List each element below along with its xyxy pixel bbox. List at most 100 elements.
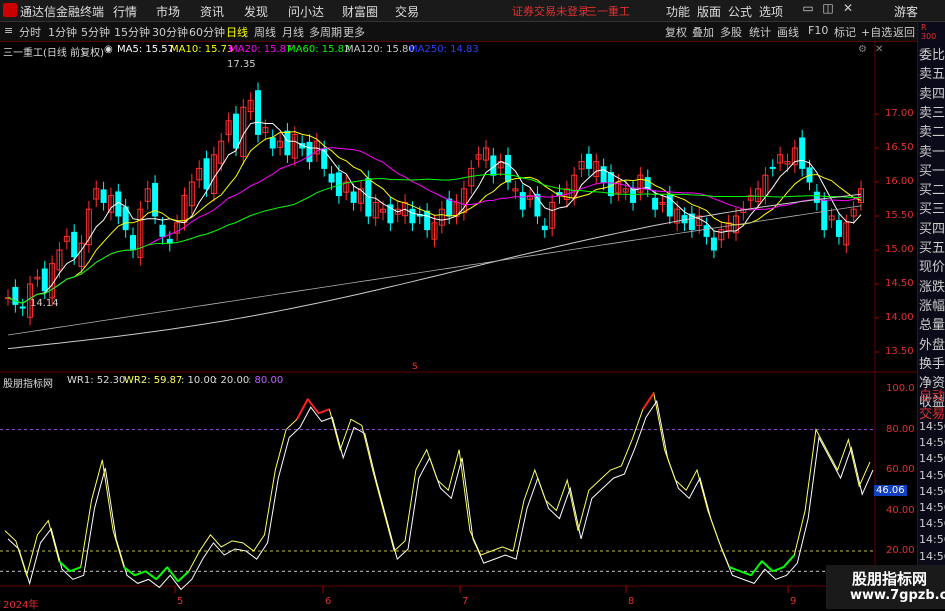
side-panel-label: 14:56 (919, 452, 945, 466)
candle-body (203, 158, 210, 190)
period-weekly[interactable]: 周线 (254, 24, 276, 40)
price-axis-label: 15.50 (885, 210, 914, 221)
candle-body (71, 231, 78, 258)
candle-body (19, 306, 26, 309)
collapse-icon[interactable]: ◉ (104, 44, 113, 55)
wr-oversold-segment (144, 570, 157, 581)
wr-overbought-segment (318, 408, 330, 415)
menu-formula[interactable]: 公式 (728, 3, 752, 20)
side-panel-label: 卖五 (919, 67, 945, 83)
menu-small-icon[interactable]: ≡ (4, 24, 13, 37)
wr2-label: WR2: 59.87 (124, 375, 183, 386)
candle-body (703, 225, 710, 237)
price-axis-label: 17.00 (885, 108, 914, 119)
signal-marker: S (412, 362, 418, 372)
side-panel-label: 14:56 (919, 501, 945, 514)
side-panel-label: 买一 (919, 163, 945, 179)
candle-body (166, 238, 173, 244)
menu-market[interactable]: 市场 (156, 3, 180, 20)
period-multi[interactable]: 多周期 (309, 24, 342, 40)
chart-area[interactable] (0, 41, 917, 609)
candle-body (821, 199, 828, 231)
side-panel-label: 自动 (919, 389, 945, 404)
menu-wealth[interactable]: 财富圈 (342, 3, 378, 20)
login-status[interactable]: 证券交易未登录 (512, 3, 589, 19)
side-panel-label: 14:56 (919, 420, 945, 433)
candle-body (306, 141, 313, 163)
menu-function[interactable]: 功能 (666, 3, 690, 20)
ma60-label: MA60: 15.82 (287, 44, 351, 55)
menu-news[interactable]: 资讯 (200, 3, 224, 20)
app-title: 通达信金融终端 (20, 5, 105, 19)
close-pane-icon[interactable]: ✕ (875, 44, 883, 55)
side-panel-label: 14:56 (919, 517, 945, 531)
candle-body (328, 173, 335, 183)
tool-add-watchlist[interactable]: +自选 (861, 24, 892, 40)
date-axis-label: 6 (325, 596, 332, 607)
tool-draw[interactable]: 画线 (777, 24, 799, 40)
watermark-title: 股朋指标网 (852, 570, 928, 588)
period-intraday[interactable]: 分时 (19, 24, 41, 40)
candle-body (159, 224, 166, 237)
restore-icon[interactable]: ◫ (820, 1, 836, 19)
period-5min[interactable]: 5分钟 (81, 24, 110, 40)
menu-layout[interactable]: 版面 (697, 3, 721, 20)
menu-ask[interactable]: 问小达 (288, 3, 324, 20)
period-60min[interactable]: 60分钟 (189, 24, 225, 40)
ma5-label: MA5: 15.57 (117, 44, 175, 55)
candle-body (269, 137, 276, 149)
tool-f10[interactable]: F10 (808, 24, 828, 37)
settings-gear-icon[interactable]: ⚙ (858, 44, 867, 55)
side-panel-label: 卖三 (919, 105, 945, 121)
sub-chart-title: 股朋指标网 (3, 379, 53, 390)
menu-market-quotes[interactable]: 行情 (113, 3, 137, 20)
menu-trade[interactable]: 交易 (395, 3, 419, 20)
candle-body (630, 188, 637, 203)
candle-body (424, 210, 431, 231)
candle-body (255, 90, 262, 135)
tool-adjust[interactable]: 复权 (665, 24, 687, 40)
close-icon[interactable]: ✕ (840, 1, 856, 19)
period-1min[interactable]: 1分钟 (48, 24, 77, 40)
tool-stats[interactable]: 统计 (749, 24, 771, 40)
period-daily[interactable]: 日线 (226, 24, 248, 40)
side-panel-label: 14:56 (919, 484, 945, 498)
stock-name: 三一重工 (586, 5, 630, 18)
price-axis-label: 14.00 (885, 312, 914, 323)
candle-body (350, 191, 357, 203)
candle-body (600, 166, 607, 183)
candle-body (710, 237, 717, 251)
period-more[interactable]: 更多 (343, 24, 365, 40)
ma120-label: MA120: 15.80 (345, 44, 415, 55)
candle-body (505, 155, 512, 183)
menu-discover[interactable]: 发现 (244, 3, 268, 20)
candle-body (607, 172, 614, 197)
guest-label[interactable]: 游客 (894, 3, 918, 20)
price-axis-label: 13.50 (885, 346, 914, 357)
period-30min[interactable]: 30分钟 (152, 24, 188, 40)
side-panel-header: R 300 (921, 23, 937, 41)
price-axis-label: 14.50 (885, 278, 914, 289)
period-15min[interactable]: 15分钟 (114, 24, 150, 40)
param-80: : 80.00 (248, 375, 284, 386)
side-panel-label: 14:56 (919, 549, 945, 563)
wr-oversold-segment (739, 570, 752, 577)
tool-overlay[interactable]: 叠加 (692, 24, 714, 40)
param-10: : 10.00 (181, 375, 217, 386)
candle-body (409, 208, 416, 224)
tool-multi-stock[interactable]: 多股 (720, 24, 742, 40)
candlestick-series (5, 82, 864, 326)
minimize-icon[interactable]: ▭ (800, 1, 816, 19)
wr-axis-label: 40.00 (886, 504, 915, 516)
candle-body (122, 206, 129, 231)
candle-body (799, 137, 806, 169)
period-monthly[interactable]: 月线 (282, 24, 304, 40)
wr-axis-label: 20.00 (886, 545, 915, 556)
wr-overbought-segment (642, 392, 655, 410)
side-panel-label: 14:56 (919, 533, 945, 547)
tool-mark[interactable]: 标记 (834, 24, 856, 40)
wr-value-box: 46.06 (874, 485, 907, 496)
menu-options[interactable]: 选项 (759, 3, 783, 20)
wr-axis-label: 60.00 (886, 464, 915, 475)
tool-back[interactable]: 返回 (893, 24, 915, 40)
